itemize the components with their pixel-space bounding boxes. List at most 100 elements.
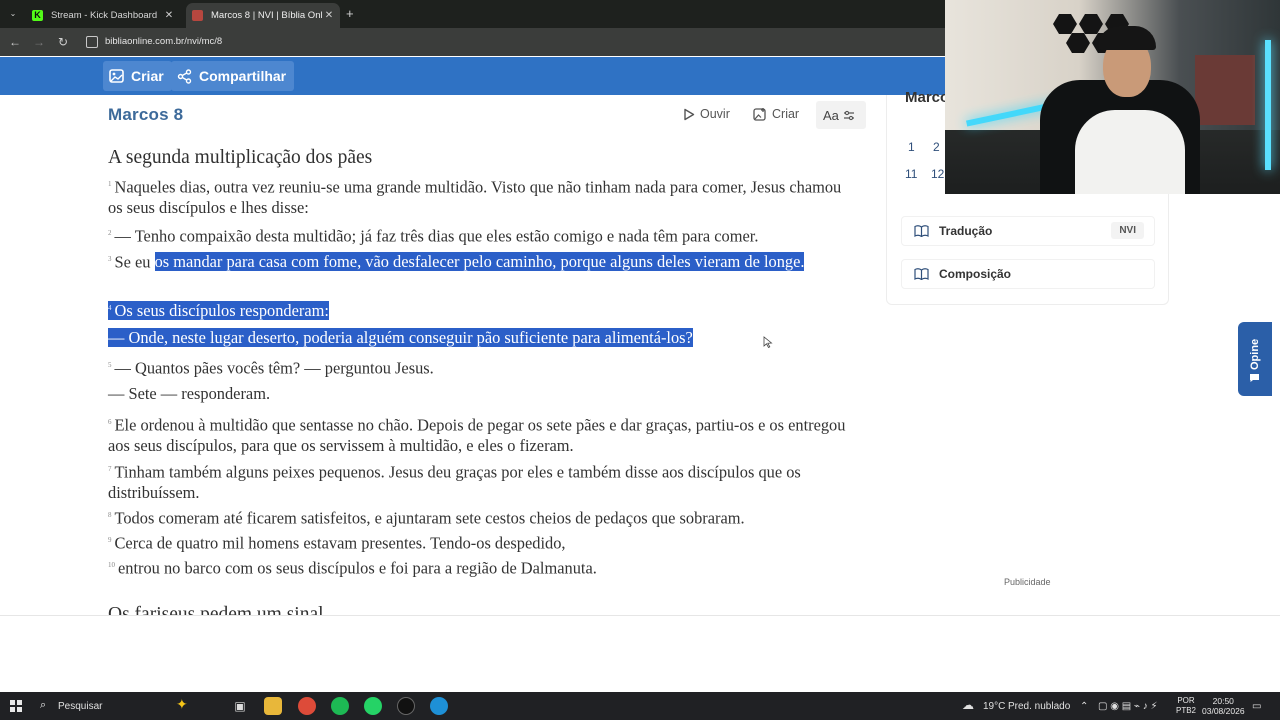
book-icon (914, 268, 929, 280)
chapter-link[interactable]: 1 (908, 140, 915, 154)
tray-chevron-icon[interactable]: ⌃ (1080, 701, 1088, 712)
tab-kick-dashboard[interactable]: K Stream - Kick Dashboard ✕ (26, 3, 180, 28)
edge-icon[interactable] (430, 697, 448, 715)
verse-2[interactable]: 2— Tenho compaixão desta multidão; já fa… (108, 223, 848, 246)
verse-text: — Tenho compaixão desta multidão; já faz… (114, 226, 759, 246)
verse-text: entrou no barco com os seus discípulos e… (118, 558, 597, 578)
share-icon (177, 68, 195, 84)
verse-1[interactable]: 1 Naqueles dias, outra vez reuniu-se uma … (108, 174, 848, 218)
chapter-link[interactable]: 12 (931, 167, 944, 181)
sliders-icon (843, 110, 855, 121)
criar-tool-label: Criar (772, 107, 800, 121)
verse-number: 7 (108, 465, 112, 473)
verse-5[interactable]: 5— Quantos pães vocês têm? — perguntou J… (108, 355, 848, 378)
criar-tool-button[interactable]: Criar (753, 107, 799, 121)
clock-date: 03/08/2026 (1202, 706, 1245, 716)
chat-icon (1250, 374, 1259, 382)
back-arrow-icon[interactable]: ← (7, 34, 23, 50)
streamer (1075, 110, 1185, 194)
section-heading: A segunda multiplicação dos pães (108, 147, 373, 168)
verse-number: 6 (108, 418, 112, 426)
verse-number: 3 (108, 255, 112, 263)
close-tab-icon[interactable]: ✕ (322, 10, 336, 21)
forward-arrow-icon[interactable]: → (31, 34, 47, 50)
font-settings-button[interactable]: Aa (816, 101, 866, 129)
tab-search-menu[interactable]: ⌄ (5, 6, 21, 22)
clock-time: 20:50 (1212, 696, 1234, 706)
file-explorer-icon[interactable] (264, 697, 282, 715)
verse-6[interactable]: 6 Ele ordenou à multidão que sentasse no … (108, 412, 848, 456)
composition-selector[interactable]: Composição (901, 259, 1155, 289)
chapter-title: Marcos 8 (108, 105, 184, 124)
close-tab-icon[interactable]: ✕ (162, 10, 176, 21)
site-info-icon[interactable] (86, 36, 98, 48)
mouse-cursor-icon (763, 336, 773, 348)
selected-text: os mandar para casa com fome, vão desfal… (154, 252, 805, 272)
windows-start-icon[interactable] (10, 700, 22, 712)
ouvir-label: Ouvir (700, 107, 730, 121)
verse-10[interactable]: 10 entrou no barco com os seus discípulos… (108, 555, 848, 578)
bottom-overlay (0, 615, 1280, 692)
taskbar: ⌕ Pesquisar ✦ ▣ ☁ 19°C Pred. nublado ⌃ ▢… (0, 692, 1280, 720)
selected-text: — Onde, neste lugar deserto, poderia alg… (108, 328, 693, 347)
reload-icon[interactable]: ↻ (55, 34, 71, 50)
image-icon (109, 69, 127, 83)
taskbar-search-input[interactable]: Pesquisar (58, 701, 102, 712)
verse-9[interactable]: 9 Cerca de quatro mil homens estavam pres… (108, 530, 848, 553)
verse-number: 5 (108, 361, 112, 369)
font-settings-label: Aa (823, 107, 839, 123)
translation-label: Tradução (939, 224, 993, 238)
verse-text: — Quantos pães vocês têm? — perguntou Je… (114, 358, 434, 378)
obs-icon[interactable] (397, 697, 415, 715)
verse-text: Se eu (114, 252, 155, 272)
chrome-icon[interactable] (298, 697, 316, 715)
verse-number: 4 (108, 304, 112, 312)
chapter-link[interactable]: 11 (905, 167, 917, 181)
verse-text: Todos comeram até ficarem satisfeitos, e… (114, 508, 745, 528)
verse-text: Tinham também alguns peixes pequenos. Je… (108, 462, 801, 503)
language-indicator[interactable]: POR PTB2 (1176, 696, 1196, 716)
tab-title: Stream - Kick Dashboard (51, 10, 158, 21)
verse-7[interactable]: 7 Tinham também alguns peixes pequenos. J… (108, 459, 848, 503)
verse-number: 8 (108, 511, 112, 519)
criar-label: Criar (131, 68, 164, 84)
verse-number: 9 (108, 536, 112, 544)
verse-8[interactable]: 8 Todos comeram até ficarem satisfeitos, … (108, 505, 848, 528)
spotify-icon[interactable] (331, 697, 349, 715)
verse-5-continuation[interactable]: — Sete — responderam. (108, 383, 848, 404)
notifications-icon[interactable]: ▭ (1252, 701, 1261, 712)
verse-4[interactable]: 4 Os seus discípulos responderam: (108, 298, 848, 321)
tray-icons[interactable]: ▢ ◉ ▤ ⌁ ♪ ⚡ (1098, 701, 1158, 712)
feedback-tab[interactable]: Opine (1238, 322, 1272, 396)
ouvir-button[interactable]: Ouvir (683, 107, 730, 121)
url-field[interactable]: bibliaonline.com.br/nvi/mc/8 (105, 36, 222, 47)
verse-text: Naqueles dias, outra vez reuniu-se uma g… (108, 177, 842, 218)
new-tab-plus-icon[interactable]: + (346, 6, 354, 22)
next-section-heading: Os fariseus pedem um sinal (108, 604, 324, 615)
kick-favicon-icon: K (32, 10, 43, 21)
weather-temp: 19°C (983, 701, 1006, 712)
compartilhar-button[interactable]: Compartilhar (171, 61, 295, 91)
language-code: POR (1177, 696, 1195, 705)
tab-title: Marcos 8 | NVI | Bíblia Online (211, 10, 322, 21)
copilot-sparkle-icon[interactable]: ✦ (176, 696, 188, 713)
tab-biblia-online[interactable]: Marcos 8 | NVI | Bíblia Online ✕ (186, 3, 340, 28)
taskbar-clock[interactable]: 20:50 03/08/2026 (1202, 696, 1245, 716)
webcam-overlay (945, 0, 1280, 194)
criar-button[interactable]: Criar (103, 61, 172, 91)
book-icon (914, 225, 929, 237)
verse-text: Cerca de quatro mil homens estavam prese… (114, 533, 566, 553)
compartilhar-label: Compartilhar (199, 68, 287, 84)
verse-4-continuation[interactable]: — Onde, neste lugar deserto, poderia alg… (108, 327, 848, 348)
whatsapp-icon[interactable] (364, 697, 382, 715)
weather-desc: Pred. nublado (1008, 701, 1071, 712)
verse-number: 10 (108, 561, 115, 569)
play-icon (683, 108, 695, 121)
chapter-link[interactable]: 2 (933, 140, 940, 154)
translation-selector[interactable]: Tradução NVI (901, 216, 1155, 246)
verse-number: 1 (108, 180, 112, 188)
ad-label: Publicidade (1004, 577, 1051, 587)
task-view-icon[interactable]: ▣ (231, 697, 249, 715)
verse-3[interactable]: 3 Se eu os mandar para casa com fome, vão… (108, 249, 848, 272)
verse-text: — Sete — responderam. (108, 384, 271, 403)
